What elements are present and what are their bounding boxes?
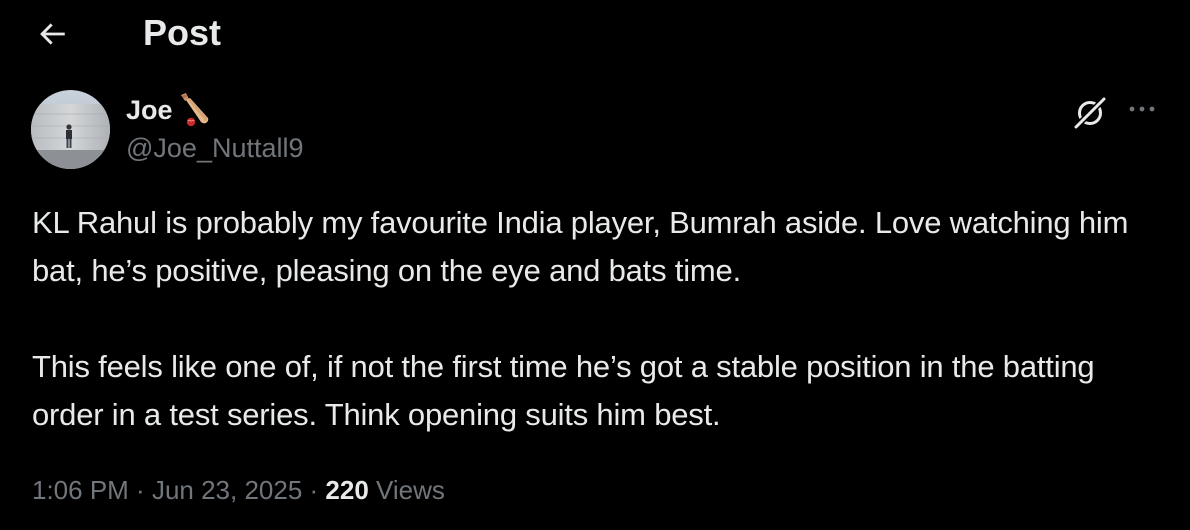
tweet-text: KL Rahul is probably my favourite India … [32,199,1162,439]
more-options-button[interactable] [1122,94,1162,124]
page-title: Post [143,12,222,53]
header-bar: Post [0,0,1190,66]
user-handle[interactable]: @Joe_Nuttall9 [126,131,304,165]
more-horizontal-icon [1129,106,1155,112]
arrow-left-icon [40,23,65,45]
tweet-paragraph-2: This feels like one of, if not the first… [32,349,1103,432]
tweet-meta: 1:06 PM · Jun 23, 2025 · 220 Views [32,472,445,508]
grok-icon [1073,96,1107,130]
grok-button[interactable] [1070,93,1110,133]
avatar[interactable] [31,90,110,169]
display-name[interactable]: Joe [126,92,173,128]
tweet-date[interactable]: Jun 23, 2025 [152,475,302,505]
tweet-time[interactable]: 1:06 PM [32,475,129,505]
display-name-row: Joe [126,92,304,128]
author-block: Joe @Joe_Nuttall9 [126,92,304,165]
views-label: Views [368,475,445,505]
tweet-paragraph-1: KL Rahul is probably my favourite India … [32,205,1137,288]
meta-separator-2: · [302,475,326,505]
back-button[interactable] [30,12,74,56]
views-count[interactable]: 220 [325,475,368,505]
meta-separator: · [128,475,152,505]
cricket-bat-icon [180,93,208,127]
avatar-image [31,90,110,169]
